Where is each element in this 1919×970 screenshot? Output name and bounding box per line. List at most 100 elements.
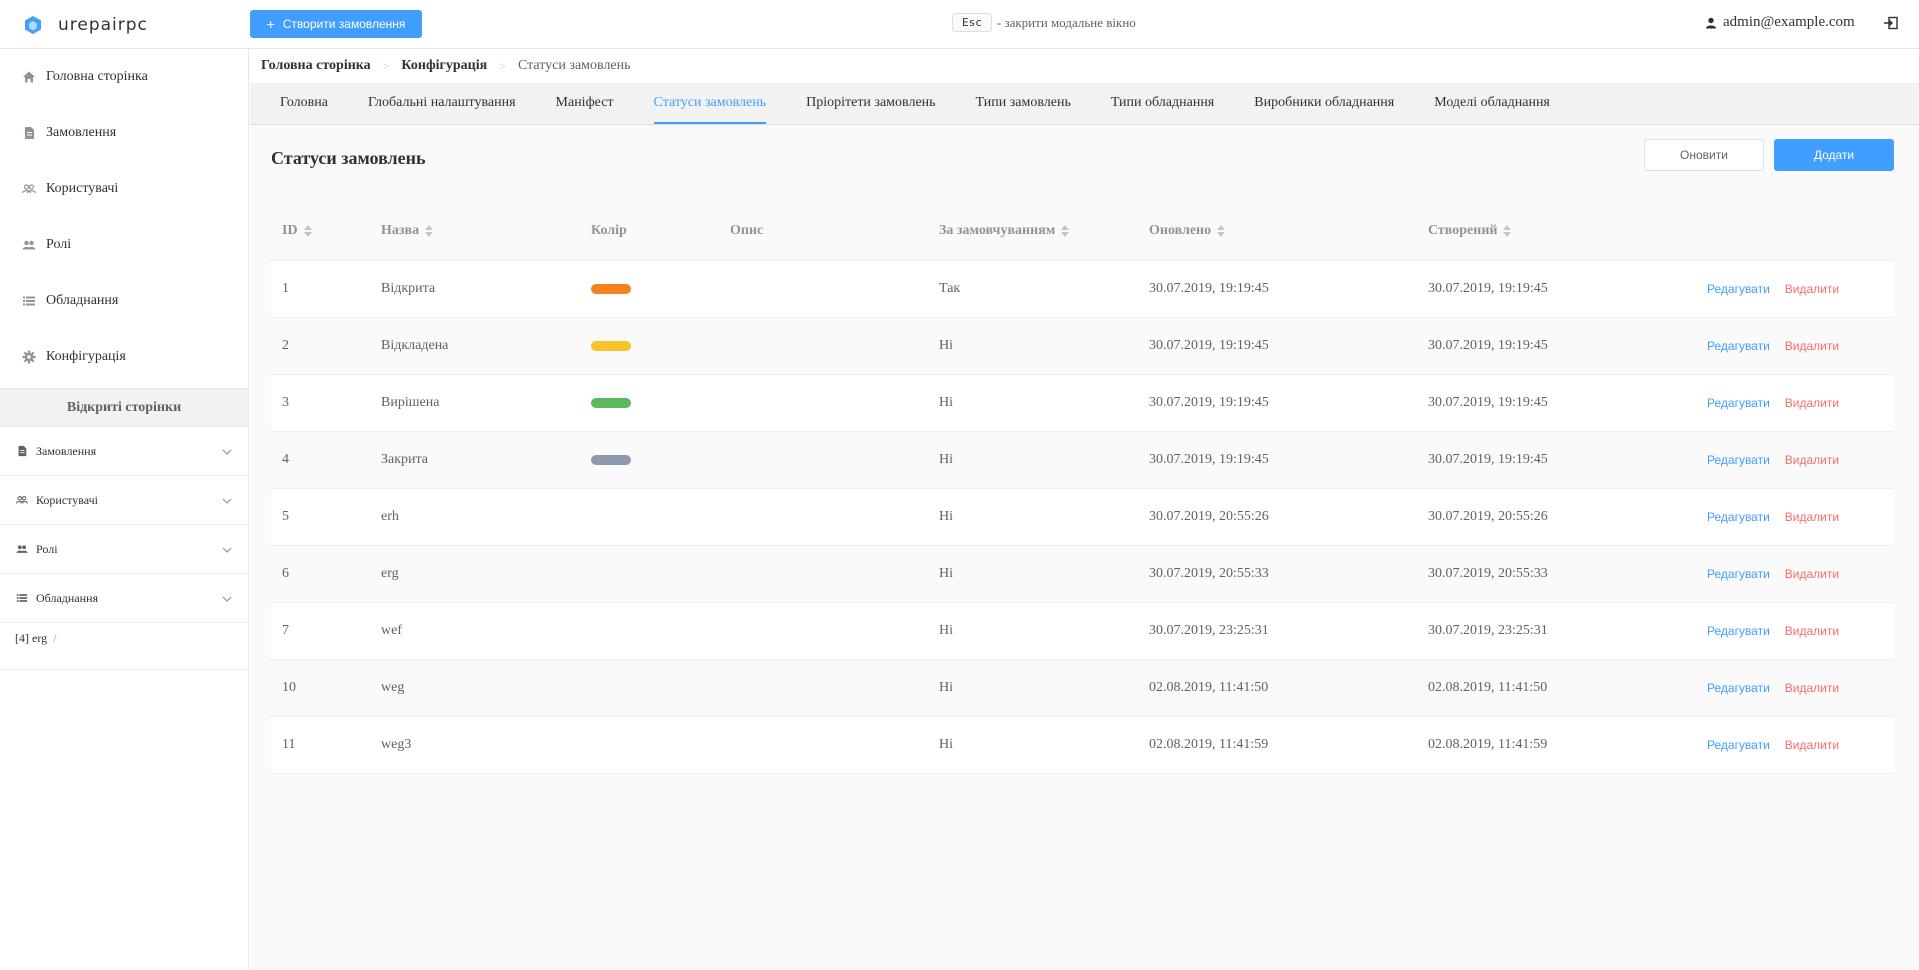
- cell-created: 30.07.2019, 19:19:45: [1428, 452, 1548, 467]
- cell-color: [580, 455, 719, 465]
- open-page-link[interactable]: [4] erg: [15, 631, 47, 645]
- sidebar-item-label: Конфігурація: [46, 349, 126, 364]
- sidebar-item-configuration[interactable]: Конфігурація: [0, 329, 248, 385]
- sidebar: Головна сторінка Замовлення Користувачі …: [0, 49, 249, 970]
- color-swatch: [591, 341, 631, 351]
- sidebar-item-equipment[interactable]: Обладнання: [0, 273, 248, 329]
- cell-actions: Редагувати Видалити: [1696, 453, 1894, 467]
- logo[interactable]: urepairpc: [22, 14, 148, 36]
- cell-id: 11: [282, 737, 296, 752]
- breadcrumb-home[interactable]: Головна сторінка: [261, 58, 371, 74]
- edit-link[interactable]: Редагувати: [1707, 282, 1770, 296]
- cell-actions: Редагувати Видалити: [1696, 510, 1894, 524]
- delete-link[interactable]: Видалити: [1785, 624, 1839, 638]
- edit-link[interactable]: Редагувати: [1707, 681, 1770, 695]
- color-swatch: [591, 284, 631, 294]
- create-order-label: Створити замовлення: [282, 17, 406, 31]
- cell-id: 6: [282, 566, 289, 581]
- tab-manifest[interactable]: Маніфест: [556, 84, 614, 124]
- edit-link[interactable]: Редагувати: [1707, 396, 1770, 410]
- cell-created: 30.07.2019, 19:19:45: [1428, 395, 1548, 410]
- document-icon: [16, 445, 28, 457]
- cell-name: weg: [381, 680, 405, 695]
- create-order-button[interactable]: + Створити замовлення: [250, 10, 422, 38]
- user-email: admin@example.com: [1723, 14, 1855, 30]
- table-row: 7 wef Ні 30.07.2019, 23:25:31 30.07.2019, 23…: [271, 603, 1894, 660]
- tab-global-settings[interactable]: Глобальні налаштування: [368, 84, 516, 124]
- delete-link[interactable]: Видалити: [1785, 453, 1839, 467]
- open-group-roles[interactable]: Ролі: [0, 525, 248, 574]
- sort-icon: [1217, 224, 1226, 237]
- delete-link[interactable]: Видалити: [1785, 339, 1839, 353]
- column-header-default[interactable]: За замовчуванням: [928, 223, 1138, 239]
- chevron-down-icon: [222, 498, 232, 504]
- column-header-created[interactable]: Створений: [1417, 223, 1696, 239]
- delete-link[interactable]: Видалити: [1785, 510, 1839, 524]
- cell-id: 4: [282, 452, 289, 467]
- tab-order-types[interactable]: Типи замовлень: [976, 84, 1071, 124]
- delete-link[interactable]: Видалити: [1785, 567, 1839, 581]
- tab-main[interactable]: Головна: [280, 84, 328, 124]
- cell-updated: 30.07.2019, 23:25:31: [1149, 623, 1269, 638]
- delete-link[interactable]: Видалити: [1785, 681, 1839, 695]
- statuses-table: ID Назва Колір Опис За замовчуванням Оно…: [271, 201, 1894, 774]
- app-name: urepairpc: [58, 15, 148, 35]
- open-group-equipment[interactable]: Обладнання: [0, 574, 248, 623]
- users-icon: [16, 494, 28, 506]
- edit-link[interactable]: Редагувати: [1707, 453, 1770, 467]
- delete-link[interactable]: Видалити: [1785, 738, 1839, 752]
- cell-name: wef: [381, 623, 402, 638]
- tab-order-priorities[interactable]: Пріорітети замовлень: [806, 84, 935, 124]
- add-button[interactable]: Додати: [1774, 139, 1894, 171]
- tab-order-statuses[interactable]: Статуси замовлень: [653, 84, 767, 124]
- cell-actions: Редагувати Видалити: [1696, 282, 1894, 296]
- open-group-users[interactable]: Користувачі: [0, 476, 248, 525]
- cell-updated: 30.07.2019, 20:55:26: [1149, 509, 1269, 524]
- edit-link[interactable]: Редагувати: [1707, 339, 1770, 353]
- cell-id: 5: [282, 509, 289, 524]
- cell-name: Закрита: [381, 452, 429, 467]
- sidebar-item-roles[interactable]: Ролі: [0, 217, 248, 273]
- delete-link[interactable]: Видалити: [1785, 396, 1839, 410]
- chevron-right-icon: >: [382, 58, 390, 73]
- edit-link[interactable]: Редагувати: [1707, 624, 1770, 638]
- table-row: 3 Вирішена Ні 30.07.2019, 19:19:45 30.07.201…: [271, 375, 1894, 432]
- edit-link[interactable]: Редагувати: [1707, 510, 1770, 524]
- tab-equipment-manufacturers[interactable]: Виробники обладнання: [1254, 84, 1394, 124]
- hint-text: - закрити модальне вікно: [996, 14, 1136, 30]
- tab-equipment-models[interactable]: Моделі обладнання: [1434, 84, 1550, 124]
- refresh-button[interactable]: Оновити: [1644, 139, 1764, 171]
- sidebar-item-users[interactable]: Користувачі: [0, 161, 248, 217]
- cell-actions: Редагувати Видалити: [1696, 681, 1894, 695]
- cell-created: 02.08.2019, 11:41:50: [1428, 680, 1548, 695]
- users-icon: [22, 182, 36, 196]
- sidebar-item-orders[interactable]: Замовлення: [0, 105, 248, 161]
- group-label: Користувачі: [36, 492, 98, 507]
- user-icon: [1706, 17, 1716, 28]
- column-header-updated[interactable]: Оновлено: [1138, 223, 1417, 239]
- column-header-name[interactable]: Назва: [370, 223, 580, 239]
- sidebar-item-label: Ролі: [46, 237, 72, 252]
- logout-icon[interactable]: [1883, 15, 1899, 31]
- cell-id: 3: [282, 395, 289, 410]
- sidebar-item-home[interactable]: Головна сторінка: [0, 49, 248, 105]
- cell-id: 10: [282, 680, 296, 695]
- top-bar: urepairpc + Створити замовлення Esc - за…: [0, 0, 1919, 49]
- edit-link[interactable]: Редагувати: [1707, 738, 1770, 752]
- delete-link[interactable]: Видалити: [1785, 282, 1839, 296]
- cell-color: [580, 341, 719, 351]
- sort-icon: [1503, 224, 1512, 237]
- cell-default: Ні: [939, 680, 953, 695]
- tab-equipment-types[interactable]: Типи обладнання: [1111, 84, 1214, 124]
- open-group-orders[interactable]: Замовлення: [0, 427, 248, 476]
- edit-link[interactable]: Редагувати: [1707, 567, 1770, 581]
- sidebar-item-label: Обладнання: [46, 293, 119, 308]
- cell-actions: Редагувати Видалити: [1696, 339, 1894, 353]
- user-menu[interactable]: admin@example.com: [1705, 14, 1855, 31]
- breadcrumb-configuration[interactable]: Конфігурація: [401, 58, 487, 74]
- cell-created: 30.07.2019, 23:25:31: [1428, 623, 1548, 638]
- cell-id: 2: [282, 338, 289, 353]
- cell-default: Ні: [939, 338, 953, 353]
- column-header-id[interactable]: ID: [271, 223, 370, 239]
- group-label: Ролі: [36, 541, 58, 556]
